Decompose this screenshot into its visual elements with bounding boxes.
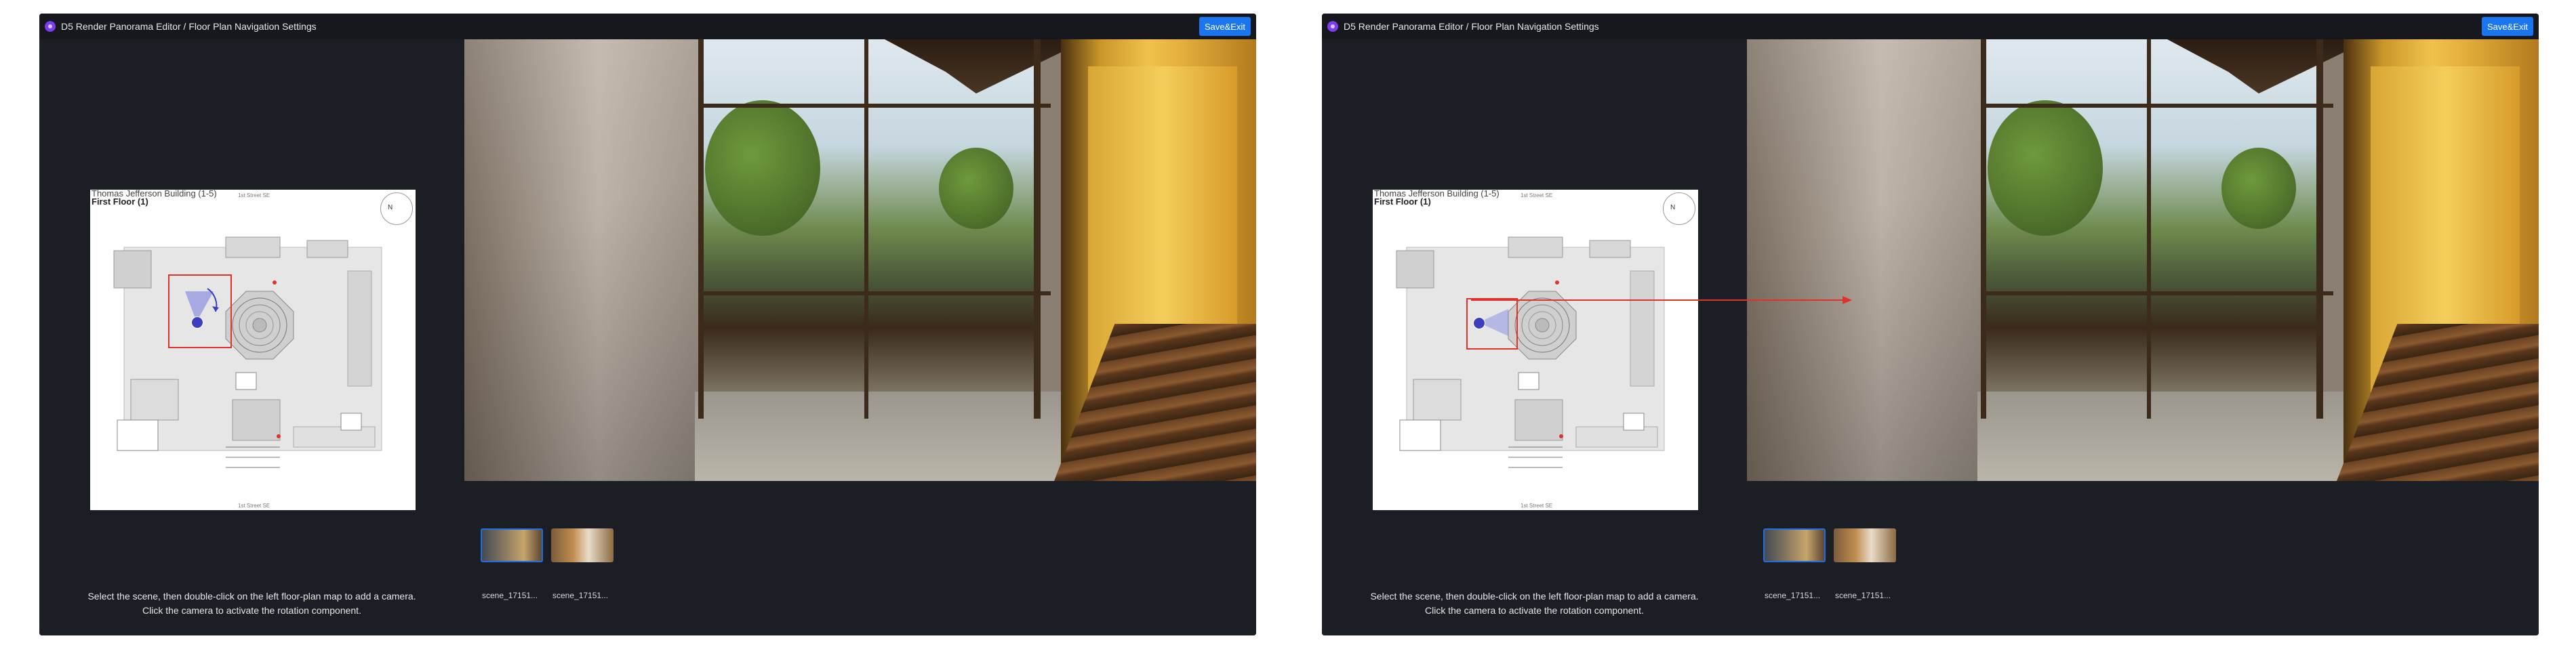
camera-marker[interactable] (191, 316, 203, 329)
camera-view-cone (1478, 309, 1508, 336)
window-frame (1981, 291, 2333, 295)
camera-view-cone (185, 288, 219, 322)
panorama-tree (1988, 100, 2103, 236)
instruction-line-2: Click the camera to activate the rotatio… (142, 605, 361, 616)
scene-label-1: scene_17151... (482, 591, 538, 600)
window-title: D5 Render Panorama Editor / Floor Plan N… (1344, 21, 1599, 32)
panorama-wall-shade (464, 39, 708, 481)
instruction-line-1: Select the scene, then double-click on t… (87, 591, 416, 602)
window-frame (2316, 39, 2323, 419)
save-exit-button[interactable]: Save&Exit (2482, 17, 2533, 36)
scene-thumbnail-1[interactable] (481, 528, 543, 562)
instructions-text: Select the scene, then double-click on t… (1322, 589, 1747, 618)
panorama-wall-shade (1747, 39, 1991, 481)
title-bar: D5 Render Panorama Editor / Floor Plan N… (39, 14, 1256, 39)
window-frame (2147, 39, 2151, 419)
save-exit-button[interactable]: Save&Exit (1199, 17, 1251, 36)
scene-thumbnail-2[interactable] (551, 528, 613, 562)
panorama-viewer[interactable] (1747, 39, 2539, 481)
scene-thumbnail-1[interactable] (1763, 528, 1826, 562)
window-frame (698, 291, 1051, 295)
scene-label-1: scene_17151... (1765, 591, 1821, 600)
window-frame (1981, 104, 2333, 108)
instruction-line-1: Select the scene, then double-click on t… (1370, 591, 1699, 602)
scene-label-2: scene_17151... (552, 591, 609, 600)
panorama-tree (2221, 148, 2296, 229)
editor-window-2: D5 Render Panorama Editor / Floor Plan N… (1322, 14, 2539, 635)
instructions-text: Select the scene, then double-click on t… (39, 589, 464, 618)
scene-strip: scene_17151... scene_17151... (1747, 481, 2539, 635)
title-bar: D5 Render Panorama Editor / Floor Plan N… (1322, 14, 2539, 39)
window-frame (698, 104, 1051, 108)
floorplan-panel: Thomas Jefferson Building (1-5) First Fl… (39, 39, 464, 635)
app-logo-icon (45, 21, 56, 32)
editor-window-1: D5 Render Panorama Editor / Floor Plan N… (39, 14, 1256, 635)
floorplan-panel: Thomas Jefferson Building (1-5) First Fl… (1322, 39, 1747, 635)
scene-thumbnail-2[interactable] (1834, 528, 1896, 562)
scene-label-2: scene_17151... (1835, 591, 1891, 600)
instruction-line-2: Click the camera to activate the rotatio… (1425, 605, 1644, 616)
panorama-floor (695, 392, 1074, 481)
camera-marker[interactable] (1473, 317, 1485, 329)
panorama-viewer[interactable] (464, 39, 1256, 481)
floorplan-map[interactable]: Thomas Jefferson Building (1-5) First Fl… (1373, 190, 1698, 510)
window-frame (1981, 39, 1986, 419)
scene-strip: scene_17151... scene_17151... (464, 481, 1256, 635)
panorama-tree (939, 148, 1013, 229)
window-frame (1034, 39, 1041, 419)
app-logo-icon (1327, 21, 1338, 32)
window-frame (864, 39, 868, 419)
panorama-floor (1977, 392, 2357, 481)
floorplan-map[interactable]: Thomas Jefferson Building (1-5) First Fl… (90, 190, 416, 510)
window-title: D5 Render Panorama Editor / Floor Plan N… (61, 21, 317, 32)
window-frame (698, 39, 704, 419)
panorama-tree (705, 100, 820, 236)
